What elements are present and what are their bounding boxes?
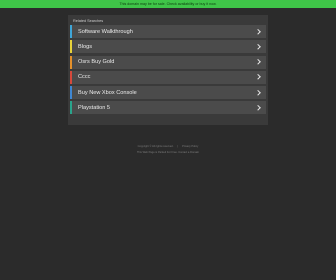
related-searches-list: Software Walkthrough Blogs Osrs Buy Gold…: [70, 25, 266, 117]
related-search-label: Osrs Buy Gold: [78, 59, 115, 66]
item-accent-bar: [70, 55, 72, 69]
item-accent-bar: [70, 70, 72, 84]
related-search-item[interactable]: Software Walkthrough: [70, 25, 266, 38]
copyright-text: Copyright © All rights reserved.: [137, 145, 174, 148]
domain-sale-banner[interactable]: This domain may be for sale. Check avail…: [0, 0, 336, 8]
related-searches-panel: Related Searches Software Walkthrough Bl…: [68, 15, 268, 125]
chevron-right-icon: [255, 43, 261, 50]
related-search-item[interactable]: Osrs Buy Gold: [70, 55, 266, 69]
related-search-label: Software Walkthrough: [78, 28, 133, 35]
related-search-label: Cccc: [78, 74, 91, 81]
item-accent-bar: [70, 86, 72, 100]
related-search-label: Blogs: [78, 43, 92, 50]
item-accent-bar: [70, 40, 72, 54]
chevron-right-icon: [255, 74, 261, 81]
item-accent-bar: [70, 101, 72, 115]
related-search-item[interactable]: Playstation 5: [70, 101, 266, 115]
privacy-policy-link[interactable]: Privacy Policy: [182, 145, 198, 148]
footer-separator: |: [177, 145, 179, 148]
panel-title: Related Searches: [73, 19, 104, 23]
footer-parked-notice[interactable]: This Web Page is Parked For Free. Contac…: [0, 151, 336, 154]
item-accent-bar: [70, 25, 72, 38]
related-search-item[interactable]: Buy New Xbox Console: [70, 86, 266, 100]
banner-text[interactable]: This domain may be for sale. Check avail…: [119, 2, 216, 6]
related-search-item[interactable]: Blogs: [70, 40, 266, 54]
footer-copyright-row: Copyright © All rights reserved. | Privacy…: [0, 145, 336, 148]
chevron-right-icon: [255, 28, 261, 35]
related-search-label: Playstation 5: [78, 104, 111, 111]
related-search-label: Buy New Xbox Console: [78, 89, 137, 96]
chevron-right-icon: [255, 89, 261, 96]
chevron-right-icon: [255, 104, 261, 111]
chevron-right-icon: [255, 59, 261, 65]
related-search-item[interactable]: Cccc: [70, 70, 266, 84]
